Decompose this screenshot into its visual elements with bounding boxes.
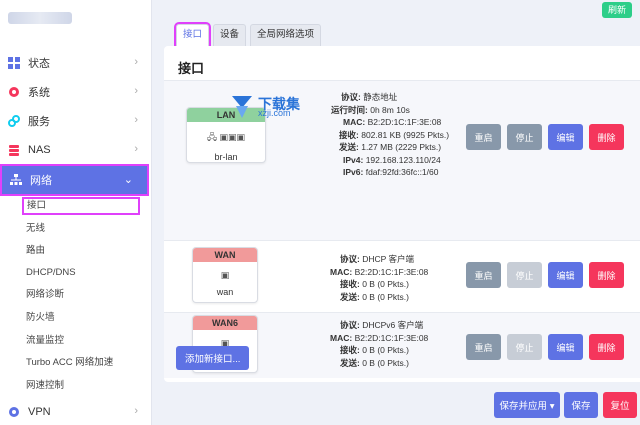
interface-info-wan: 协议: DHCP 客户端 MAC: B2:2D:1C:1F:3E:08 接收: … bbox=[330, 254, 429, 302]
sidebar-item-vpn[interactable]: VPN › bbox=[0, 398, 152, 425]
delete-button[interactable]: 删除 bbox=[589, 262, 624, 288]
tab-global-options[interactable]: 全局网络选项 bbox=[250, 24, 322, 46]
stop-button[interactable]: 停止 bbox=[507, 334, 542, 360]
chevron-right-icon: › bbox=[134, 405, 138, 417]
sidebar-item-system[interactable]: 系统 › bbox=[0, 78, 152, 106]
sidebar-item-label: VPN bbox=[28, 406, 51, 418]
subnav-traffic-monitor[interactable]: 流量监控 bbox=[26, 332, 64, 350]
interface-info-wan6: 协议: DHCPv6 客户端 MAC: B2:2D:1C:1F:3E:08 接收… bbox=[330, 320, 429, 368]
add-interface-button[interactable]: 添加新接口... bbox=[176, 346, 250, 370]
subnav-diagnostics[interactable]: 网络诊断 bbox=[26, 286, 64, 304]
download-arrow-icon bbox=[232, 96, 252, 118]
refresh-button[interactable]: 刷新 bbox=[601, 2, 632, 18]
subnav-turbo-acc[interactable]: Turbo ACC 网络加速 bbox=[26, 354, 113, 372]
network-icon bbox=[10, 174, 22, 185]
restart-button[interactable]: 重启 bbox=[466, 124, 501, 150]
delete-button[interactable]: 删除 bbox=[589, 334, 624, 360]
watermark-subtext: xzji.com bbox=[258, 108, 291, 118]
blurred-logo bbox=[8, 12, 72, 24]
globe-icon bbox=[9, 407, 19, 417]
edit-button[interactable]: 编辑 bbox=[548, 124, 583, 150]
chevron-right-icon: › bbox=[134, 85, 138, 97]
sidebar-item-label: 网络 bbox=[30, 175, 52, 187]
subnav-dhcp-dns[interactable]: DHCP/DNS bbox=[26, 264, 76, 282]
stop-button[interactable]: 停止 bbox=[507, 124, 542, 150]
subnav-routes[interactable]: 路由 bbox=[26, 242, 45, 260]
subnav-firewall[interactable]: 防火墙 bbox=[26, 309, 55, 327]
tab-interfaces[interactable]: 接口 bbox=[173, 22, 212, 48]
logo bbox=[0, 0, 151, 40]
sidebar-item-label: NAS bbox=[28, 144, 51, 156]
chevron-right-icon: › bbox=[134, 143, 138, 155]
subnav-interfaces[interactable]: 接口 bbox=[22, 197, 140, 215]
subnav-wireless[interactable]: 无线 bbox=[26, 220, 45, 238]
interface-device: br-lan bbox=[214, 152, 238, 162]
ethernet-port-icon: ▣ bbox=[220, 270, 230, 280]
chevron-right-icon: › bbox=[134, 56, 138, 68]
sidebar-item-services[interactable]: 服务 › bbox=[0, 107, 152, 135]
sidebar-item-nas[interactable]: NAS › bbox=[0, 136, 152, 164]
sidebar-item-status[interactable]: 状态 › bbox=[0, 49, 152, 77]
interface-name: WAN6 bbox=[193, 316, 257, 330]
edit-button[interactable]: 编辑 bbox=[548, 334, 583, 360]
interface-device: wan bbox=[216, 287, 234, 297]
page-title: 接口 bbox=[178, 61, 205, 76]
sidebar-item-label: 状态 bbox=[28, 58, 50, 70]
tab-devices[interactable]: 设备 bbox=[213, 24, 247, 46]
ethernet-ports-icon: 🖧 ▣▣▣ bbox=[206, 132, 246, 142]
interface-info-lan: 协议: 静态地址 运行时间: 0h 8m 10s MAC: B2:2D:1C:1… bbox=[331, 92, 450, 177]
save-apply-label: 保存并应用 bbox=[499, 401, 548, 412]
interface-card-wan: WAN ▣ wan bbox=[192, 247, 258, 303]
database-icon bbox=[9, 145, 19, 156]
sidebar-item-label: 服务 bbox=[28, 116, 50, 128]
link-icon bbox=[8, 115, 20, 127]
restart-button[interactable]: 重启 bbox=[466, 334, 501, 360]
save-apply-button[interactable]: 保存并应用 ▾ bbox=[494, 392, 560, 418]
chevron-down-icon: ⌄ bbox=[123, 174, 133, 186]
watermark: 下载集 xzji.com bbox=[224, 94, 304, 120]
dashboard-icon bbox=[8, 57, 20, 69]
interface-row-wan: WAN ▣ wan 协议: DHCP 客户端 MAC: B2:2D:1C:1F:… bbox=[164, 240, 640, 312]
stop-button[interactable]: 停止 bbox=[507, 262, 542, 288]
restart-button[interactable]: 重启 bbox=[466, 262, 501, 288]
interface-name: WAN bbox=[193, 248, 257, 262]
gear-icon bbox=[9, 87, 19, 97]
edit-button[interactable]: 编辑 bbox=[548, 262, 583, 288]
subnav-speed-control[interactable]: 网速控制 bbox=[26, 377, 64, 395]
caret-down-icon: ▾ bbox=[549, 401, 555, 412]
reset-button[interactable]: 复位 bbox=[603, 392, 637, 418]
save-button[interactable]: 保存 bbox=[564, 392, 598, 418]
delete-button[interactable]: 删除 bbox=[589, 124, 624, 150]
sidebar-item-network[interactable]: 网络 ⌄ bbox=[0, 164, 149, 196]
sidebar: 状态 › 系统 › 服务 › NAS › 网络 ⌄ 接口 无线 路由 DHCP/… bbox=[0, 0, 152, 425]
chevron-right-icon: › bbox=[134, 114, 138, 126]
sidebar-item-label: 系统 bbox=[28, 87, 50, 99]
tab-bar: 接口 设备 全局网络选项 bbox=[173, 22, 325, 48]
